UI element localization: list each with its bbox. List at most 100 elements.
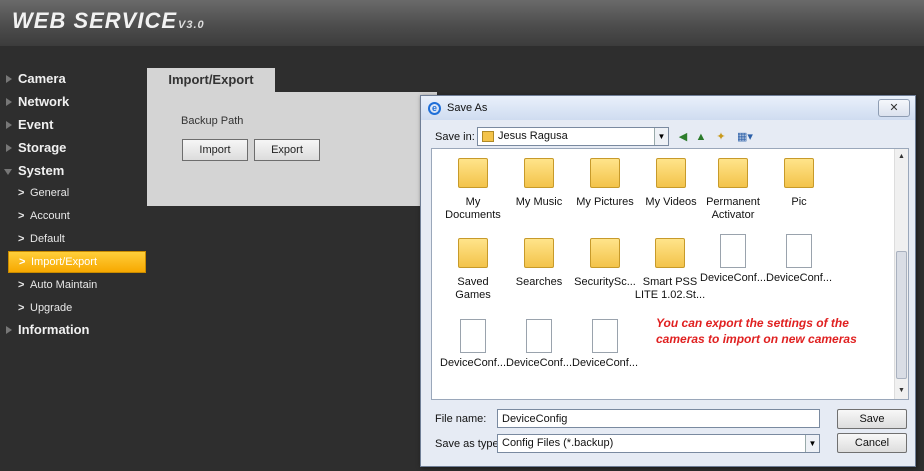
logo-text: WEB SERVICE [12, 8, 178, 33]
document-icon [784, 234, 814, 268]
document-icon [590, 319, 620, 353]
file-item-label: DeviceConf... [440, 357, 507, 369]
close-button[interactable]: ✕ [878, 99, 910, 117]
file-item-label: My Music [515, 196, 563, 208]
file-item-label: SecuritySc... [574, 276, 636, 288]
sidebar-subitem-account[interactable]: > Account [8, 206, 146, 226]
cancel-button[interactable]: Cancel [837, 433, 907, 453]
folder-item[interactable]: Pic [766, 154, 832, 209]
sidebar-item-label: Information [18, 322, 90, 337]
new-folder-icon[interactable]: ✦ [713, 130, 729, 144]
sidebar-subitem-auto-maintain[interactable]: > Auto Maintain [8, 275, 146, 295]
export-button[interactable]: Export [254, 139, 320, 161]
back-icon[interactable]: ◀ [676, 130, 690, 144]
file-item-label: Searches [515, 276, 563, 288]
file-list[interactable]: My Documents My Music My Pictures My Vid… [431, 148, 909, 400]
chevron-right-icon: > [18, 279, 25, 291]
folder-item[interactable]: Permanent Activator [700, 154, 766, 222]
file-item[interactable]: DeviceConf... [572, 319, 638, 370]
folder-item[interactable]: Saved Games [440, 234, 506, 302]
logo: WEB SERVICEV3.0 [12, 8, 205, 34]
sidebar-subitem-general[interactable]: > General [8, 183, 146, 203]
file-item[interactable]: DeviceConf... [506, 319, 572, 370]
dropdown-arrow-icon[interactable]: ▼ [654, 128, 668, 145]
sidebar-subitem-default[interactable]: > Default [8, 229, 146, 249]
videos-folder-icon [656, 158, 686, 192]
sidebar-subitem-label: Import/Export [31, 256, 98, 268]
annotation-text: You can export the settings of the camer… [656, 316, 857, 346]
save-as-type-select[interactable]: Config Files (*.backup) ▼ [497, 434, 820, 453]
import-export-panel: Backup Path Import Export [147, 92, 437, 206]
chevron-right-icon: > [19, 256, 26, 268]
tab-import-export[interactable]: Import/Export [147, 68, 275, 92]
folder-item[interactable]: My Pictures [572, 154, 638, 209]
sidebar-item-label: Storage [18, 140, 67, 155]
sidebar-item-label: Camera [18, 71, 66, 86]
folder-icon [718, 158, 748, 192]
sidebar-subitem-upgrade[interactable]: > Upgrade [8, 298, 146, 318]
sidebar-item-network[interactable]: Network [0, 91, 150, 113]
folder-item[interactable]: Smart PSS LITE 1.02.St... [634, 234, 706, 302]
sidebar-item-storage[interactable]: Storage [0, 137, 150, 159]
dropdown-arrow-icon[interactable]: ▼ [805, 435, 819, 452]
save-as-type-value: Config Files (*.backup) [502, 437, 614, 449]
sidebar-subitem-label: Upgrade [30, 302, 73, 314]
file-item-label: DeviceConf... [700, 272, 767, 284]
file-item-label: DeviceConf... [572, 357, 639, 369]
file-item-label: DeviceConf... [766, 272, 833, 284]
file-item-label: Saved Games [455, 276, 491, 301]
scroll-down-icon[interactable]: ▼ [895, 385, 908, 397]
save-in-select[interactable]: Jesus Ragusa ▼ [477, 127, 669, 146]
folder-item[interactable]: SecuritySc... [572, 234, 638, 289]
expand-triangle-icon [6, 75, 12, 83]
file-item-label: DeviceConf... [506, 357, 573, 369]
sidebar-item-event[interactable]: Event [0, 114, 150, 136]
sidebar-subitem-label: General [30, 187, 70, 199]
chevron-right-icon: > [18, 187, 25, 199]
file-item[interactable]: DeviceConf... [440, 319, 506, 370]
sidebar: Camera Network Event Storage System > Gen… [0, 46, 150, 471]
view-menu-icon[interactable]: ▦▾ [733, 130, 757, 144]
import-button[interactable]: Import [182, 139, 248, 161]
sidebar-subitem-import-export[interactable]: > Import/Export [8, 251, 146, 273]
browser-e-icon: e [428, 102, 441, 115]
folder-item[interactable]: My Videos [638, 154, 704, 209]
folder-icon [784, 158, 814, 192]
dialog-title-bar[interactable]: e Save As ✕ [421, 96, 915, 120]
document-icon [718, 234, 748, 268]
file-item-label: Permanent Activator [706, 196, 760, 221]
file-item[interactable]: DeviceConf... [766, 234, 832, 285]
scroll-thumb[interactable] [896, 251, 907, 379]
sidebar-item-camera[interactable]: Camera [0, 68, 150, 90]
sidebar-item-system[interactable]: System [0, 160, 150, 182]
sidebar-subitem-label: Account [30, 210, 70, 222]
sidebar-item-information[interactable]: Information [0, 319, 150, 341]
sidebar-subitem-label: Auto Maintain [30, 279, 98, 291]
file-item[interactable]: DeviceConf... [700, 234, 766, 285]
save-in-value: Jesus Ragusa [498, 130, 568, 142]
dialog-title: Save As [447, 102, 488, 114]
chevron-right-icon: > [18, 210, 25, 222]
expand-triangle-icon [6, 121, 12, 129]
scroll-up-icon[interactable]: ▲ [895, 151, 908, 163]
save-as-type-label: Save as type: [435, 438, 502, 450]
vertical-scrollbar[interactable]: ▲ ▼ [894, 149, 908, 399]
user-folder-icon [482, 131, 494, 142]
sidebar-item-label: System [18, 163, 65, 178]
folder-icon [458, 158, 488, 192]
file-item-label: My Pictures [576, 196, 634, 208]
up-folder-icon[interactable]: ▲ [694, 130, 708, 144]
expand-triangle-icon [6, 326, 12, 334]
sidebar-subitem-label: Default [30, 233, 65, 245]
folder-item[interactable]: Searches [506, 234, 572, 289]
folder-icon [590, 238, 620, 272]
file-name-input[interactable] [497, 409, 820, 428]
folder-item[interactable]: My Documents [440, 154, 506, 222]
app-header: WEB SERVICEV3.0 [0, 0, 924, 46]
pictures-folder-icon [590, 158, 620, 192]
folder-item[interactable]: My Music [506, 154, 572, 209]
save-button[interactable]: Save [837, 409, 907, 429]
sidebar-item-label: Network [18, 94, 70, 109]
logo-version: V3.0 [178, 19, 205, 31]
folder-icon [655, 238, 685, 272]
